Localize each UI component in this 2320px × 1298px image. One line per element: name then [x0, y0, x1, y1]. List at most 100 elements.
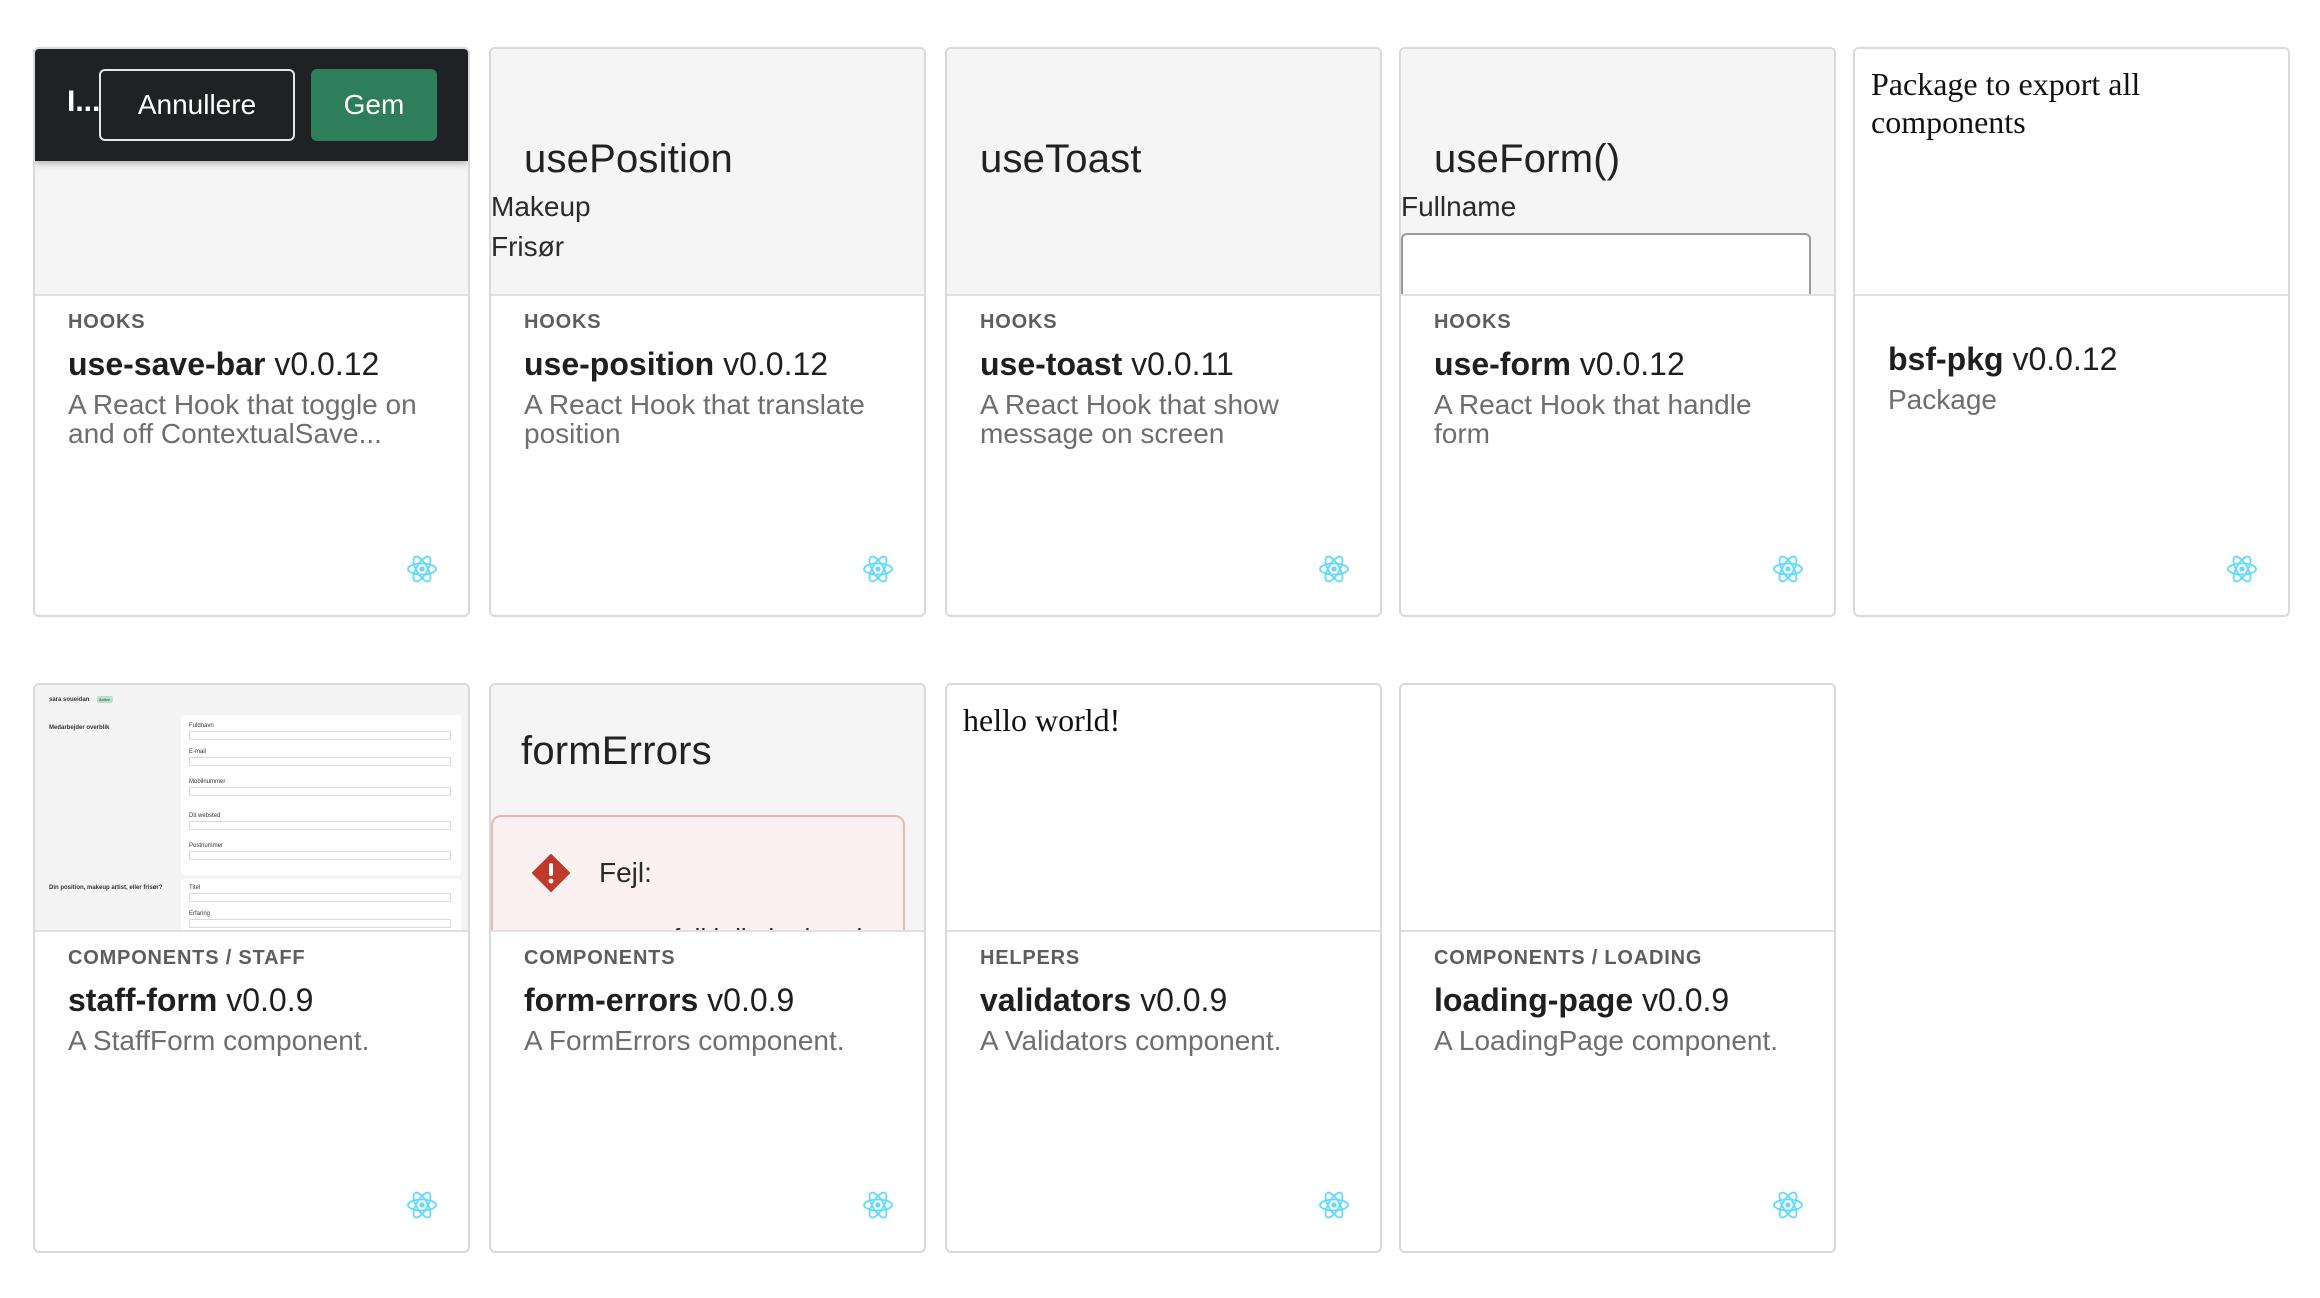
- contextual-save-bar: I... Annullere Gem: [35, 49, 468, 161]
- card-info: COMPONENTS / STAFF staff-form v0.0.9 A S…: [68, 947, 448, 1055]
- card-description: A Validators component.: [980, 1025, 1282, 1056]
- position-option: Frisør: [491, 231, 565, 262]
- component-card-form-errors[interactable]: formErrors Fejl: fejl i din kodeord COMP…: [489, 683, 926, 1253]
- component-card-validators[interactable]: hello world! HELPERS validators v0.0.9 A…: [945, 683, 1382, 1253]
- card-description: Package: [1888, 384, 1997, 415]
- card-info: COMPONENTS / LOADING loading-page v0.0.9…: [1434, 947, 1814, 1055]
- error-banner: Fejl: fejl i din kodeord: [491, 815, 905, 930]
- card-title[interactable]: staff-form v0.0.9: [68, 980, 448, 1020]
- card-scope: COMPONENTS: [524, 947, 676, 969]
- component-version: v0.0.12: [723, 346, 829, 382]
- error-label: Fejl:: [599, 857, 652, 888]
- react-icon: [1773, 1191, 1803, 1219]
- component-version: v0.0.12: [1579, 346, 1685, 382]
- react-icon: [407, 1191, 437, 1219]
- component-card-use-toast[interactable]: useToast HOOKS use-toast v0.0.11 A React…: [945, 47, 1382, 617]
- card-description: A React Hook that translate position: [524, 389, 865, 449]
- card-description: A StaffForm component.: [68, 1025, 370, 1056]
- preview-title: usePosition: [524, 137, 733, 181]
- validators-preview-text: hello world!: [963, 702, 1121, 738]
- component-card-use-form[interactable]: useForm() Fullname HOOKS use-form v0.0.1…: [1399, 47, 1836, 617]
- thumb-field-label: Titel: [189, 885, 201, 891]
- card-scope: HOOKS: [980, 311, 1058, 333]
- component-name: bsf-pkg: [1888, 341, 2004, 377]
- card-info: HELPERS validators v0.0.9 A Validators c…: [980, 947, 1360, 1055]
- card-info: HOOKS use-position v0.0.12 A React Hook …: [524, 311, 904, 448]
- error-message: fejl i din kodeord: [673, 923, 862, 930]
- save-button[interactable]: Gem: [311, 69, 437, 141]
- card-preview: sara soueidan Active Medarbejder overbli…: [35, 685, 468, 932]
- card-scope: HELPERS: [980, 947, 1081, 969]
- card-scope: COMPONENTS / STAFF: [68, 947, 306, 969]
- react-icon: [1319, 555, 1349, 583]
- react-icon: [407, 555, 437, 583]
- preview-title: useToast: [980, 137, 1142, 181]
- component-name: staff-form: [68, 982, 218, 1018]
- thumb-field: [189, 919, 451, 928]
- thumb-select: [189, 893, 451, 902]
- card-preview: useForm() Fullname: [1401, 49, 1834, 296]
- component-version: v0.0.9: [1642, 982, 1730, 1018]
- card-title[interactable]: use-form v0.0.12: [1434, 344, 1814, 384]
- thumb-section-title: Din position, makeup artist, eller frisø…: [49, 885, 163, 891]
- card-scope: HOOKS: [1434, 311, 1512, 333]
- card-title[interactable]: use-save-bar v0.0.12: [68, 344, 448, 384]
- package-preview-text: Package to export all components: [1871, 66, 2141, 140]
- card-title[interactable]: loading-page v0.0.9: [1434, 980, 1814, 1020]
- component-version: v0.0.9: [707, 982, 795, 1018]
- card-title[interactable]: validators v0.0.9: [980, 980, 1360, 1020]
- card-preview: [1401, 685, 1834, 932]
- component-card-bsf-pkg[interactable]: Package to export all components bsf-pkg…: [1853, 47, 2290, 617]
- card-info: HOOKS use-toast v0.0.11 A React Hook tha…: [980, 311, 1360, 448]
- component-card-loading-page[interactable]: COMPONENTS / LOADING loading-page v0.0.9…: [1399, 683, 1836, 1253]
- thumb-field-label: Dit websted: [189, 813, 221, 819]
- component-version: v0.0.12: [2012, 341, 2118, 377]
- component-name: loading-page: [1434, 982, 1634, 1018]
- cancel-button[interactable]: Annullere: [99, 69, 295, 141]
- component-card-use-position[interactable]: usePosition Makeup Frisør HOOKS use-posi…: [489, 47, 926, 617]
- react-icon: [1773, 555, 1803, 583]
- component-version: v0.0.9: [1140, 982, 1228, 1018]
- card-preview: useToast: [947, 49, 1380, 296]
- component-card-staff-form[interactable]: sara soueidan Active Medarbejder overbli…: [33, 683, 470, 1253]
- card-title[interactable]: use-position v0.0.12: [524, 344, 904, 384]
- thumb-field-label: E-mail: [189, 749, 207, 755]
- card-title[interactable]: bsf-pkg v0.0.12: [1888, 339, 2268, 379]
- card-title[interactable]: form-errors v0.0.9: [524, 980, 904, 1020]
- card-title[interactable]: use-toast v0.0.11: [980, 344, 1360, 384]
- card-description: A React Hook that toggle on and off Cont…: [68, 389, 417, 449]
- card-info: HOOKS use-form v0.0.12 A React Hook that…: [1434, 311, 1814, 448]
- card-preview: formErrors Fejl: fejl i din kodeord: [491, 685, 924, 932]
- preview-title: formErrors: [521, 729, 712, 773]
- position-option: Makeup: [491, 191, 591, 222]
- thumb-field-label: Postnummer: [189, 843, 224, 849]
- card-description: A LoadingPage component.: [1434, 1025, 1779, 1056]
- card-preview: Package to export all components: [1855, 49, 2288, 296]
- card-info: bsf-pkg v0.0.12 Package: [1888, 339, 2268, 414]
- component-card-use-save-bar[interactable]: I... Annullere Gem HOOKS use-save-bar v0…: [33, 47, 470, 617]
- component-name: use-toast: [980, 346, 1123, 382]
- preview-title: useForm(): [1434, 137, 1621, 181]
- component-name: use-save-bar: [68, 346, 266, 382]
- error-diamond-icon: [532, 854, 570, 892]
- thumb-field-label: Fuldnavn: [189, 723, 214, 729]
- card-description: A FormErrors component.: [524, 1025, 845, 1056]
- card-preview: hello world!: [947, 685, 1380, 932]
- thumb-field-label: Erfaring: [189, 911, 211, 917]
- component-name: form-errors: [524, 982, 699, 1018]
- thumb-field: [189, 851, 451, 860]
- component-name: validators: [980, 982, 1132, 1018]
- thumb-field: [189, 821, 451, 830]
- component-version: v0.0.9: [226, 982, 314, 1018]
- thumb-field-label: Mobilnummer: [189, 779, 226, 785]
- react-icon: [2227, 555, 2257, 583]
- thumb-section-title: Medarbejder overblik: [49, 725, 110, 731]
- thumb-status-text: Active: [99, 697, 110, 702]
- thumb-field: [189, 787, 451, 796]
- card-info: HOOKS use-save-bar v0.0.12 A React Hook …: [68, 311, 448, 448]
- thumb-field: [189, 731, 451, 740]
- thumb-header: sara soueidan: [49, 697, 90, 703]
- card-scope: HOOKS: [68, 311, 146, 333]
- card-description: A React Hook that handle form: [1434, 389, 1752, 449]
- fullname-input[interactable]: [1401, 233, 1811, 294]
